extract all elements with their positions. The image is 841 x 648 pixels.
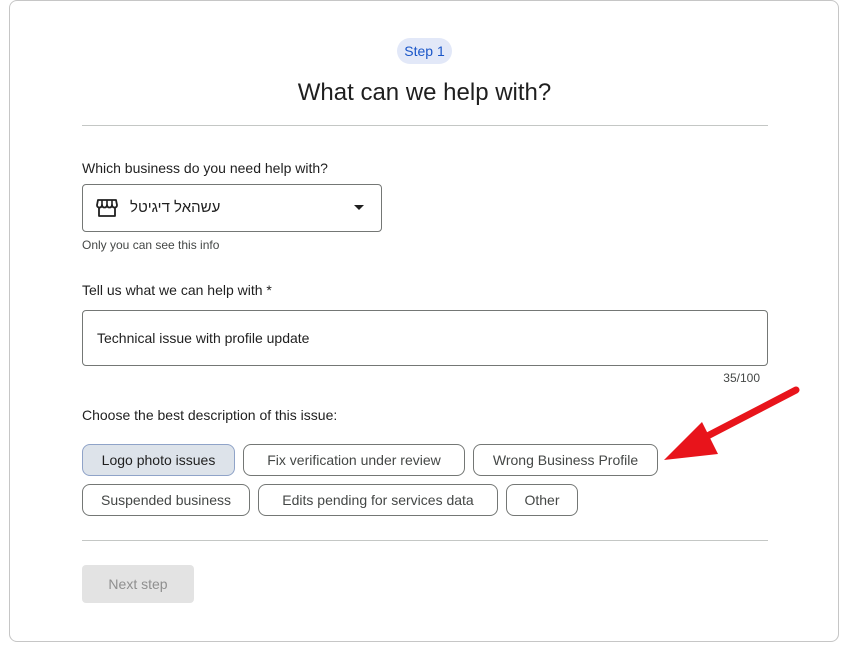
top-divider: [82, 125, 768, 126]
description-value: Technical issue with profile update: [97, 330, 310, 346]
selected-business: עשהאל דיגיטל: [130, 199, 221, 216]
chip-logo-photo-issues[interactable]: Logo photo issues: [82, 444, 235, 476]
annotation-arrow-icon: [664, 386, 800, 460]
chip-fix-verification[interactable]: Fix verification under review: [243, 444, 465, 476]
page-title: What can we help with?: [297, 79, 552, 106]
storefront-icon: [96, 199, 118, 217]
step-badge: Step 1: [397, 38, 452, 64]
dropdown-arrow-icon: [354, 205, 364, 210]
next-step-button[interactable]: Next step: [82, 565, 194, 603]
helper-text: Only you can see this info: [82, 238, 220, 252]
chip-edits-pending[interactable]: Edits pending for services data: [258, 484, 498, 516]
chip-other[interactable]: Other: [506, 484, 578, 516]
bottom-divider: [82, 540, 768, 541]
description-input[interactable]: Technical issue with profile update: [82, 310, 768, 366]
chip-wrong-business-profile[interactable]: Wrong Business Profile: [473, 444, 658, 476]
chip-suspended-business[interactable]: Suspended business: [82, 484, 250, 516]
business-select[interactable]: עשהאל דיגיטל: [82, 184, 382, 232]
description-label: Tell us what we can help with *: [82, 282, 272, 298]
issue-label: Choose the best description of this issu…: [82, 407, 338, 423]
business-label: Which business do you need help with?: [82, 160, 328, 176]
